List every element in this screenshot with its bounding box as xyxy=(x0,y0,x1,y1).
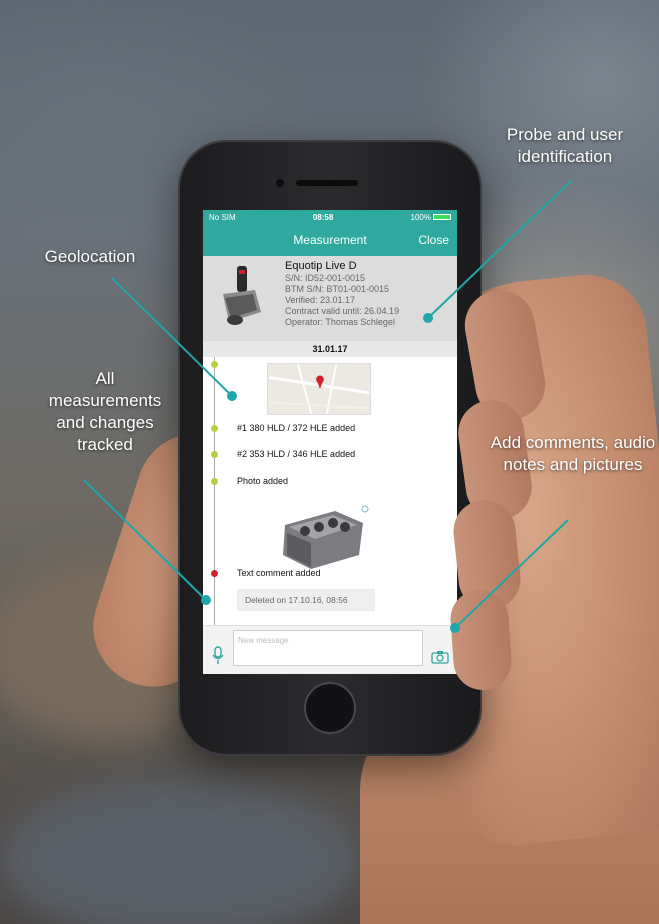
nav-title: Measurement xyxy=(293,233,367,247)
microphone-icon[interactable] xyxy=(211,646,225,666)
hand-finger xyxy=(448,588,514,692)
timeline-dot xyxy=(211,451,218,458)
device-contract: Contract valid until: 26.04.19 xyxy=(285,306,400,316)
status-bar: No SIM 08:58 100% xyxy=(203,210,457,224)
message-input[interactable]: New message xyxy=(233,630,423,666)
callout-comments: Add comments, audio notes and pictures xyxy=(490,433,656,474)
earpiece-speaker xyxy=(296,180,358,186)
device-name: Equotip Live D xyxy=(285,260,357,272)
device-verified: Verified: 23.01.17 xyxy=(285,295,356,305)
callout-probe: Probe and user identification xyxy=(506,125,624,166)
timeline-dot xyxy=(211,425,218,432)
probe-device-icon xyxy=(223,266,261,325)
timeline-line xyxy=(214,357,215,657)
timeline-entry: #2 353 HLD / 346 HLE added xyxy=(237,449,356,459)
close-button[interactable]: Close xyxy=(418,233,449,247)
engine-photo[interactable] xyxy=(275,503,371,575)
callout-geolocation: Geolocation xyxy=(44,247,136,266)
timeline-dot xyxy=(211,478,218,485)
device-btm-serial: BTM S/N: BT01-001-0015 xyxy=(285,284,390,294)
battery-icon xyxy=(432,214,451,221)
battery-label: 100% xyxy=(410,212,431,222)
location-map[interactable] xyxy=(267,363,371,415)
device-serial: S/N: ID52-001-0015 xyxy=(285,273,366,283)
background-blur xyxy=(0,780,360,924)
device-operator: Operator: Thomas Schlegel xyxy=(285,317,395,327)
carrier-label: No SIM xyxy=(209,212,236,222)
timeline: #1 380 HLD / 372 HLE added #2 353 HLD / … xyxy=(203,357,457,657)
deleted-comment: Deleted on 17.10.16, 08:56 xyxy=(237,589,375,611)
home-button[interactable] xyxy=(304,682,356,734)
device-card: Equotip Live D S/N: ID52-001-0015 BTM S/… xyxy=(203,256,457,341)
message-composer: New message xyxy=(203,625,457,674)
callout-tracked: All measurements and changes tracked xyxy=(48,369,162,454)
battery-indicator: 100% xyxy=(411,213,451,222)
timeline-entry: Photo added xyxy=(237,476,289,486)
timeline-dot xyxy=(211,361,218,368)
nav-bar: Measurement Close xyxy=(203,224,457,256)
date-header: 31.01.17 xyxy=(203,341,457,357)
front-camera xyxy=(276,179,284,187)
phone: No SIM 08:58 100% Measurement Close Equo… xyxy=(180,142,480,754)
timeline-dot xyxy=(211,570,218,577)
phone-screen: No SIM 08:58 100% Measurement Close Equo… xyxy=(203,210,457,674)
timeline-entry: #1 380 HLD / 372 HLE added xyxy=(237,423,356,433)
timeline-entry: Text comment added xyxy=(237,568,321,578)
clock-label: 08:58 xyxy=(312,212,334,222)
camera-icon[interactable] xyxy=(431,650,449,664)
